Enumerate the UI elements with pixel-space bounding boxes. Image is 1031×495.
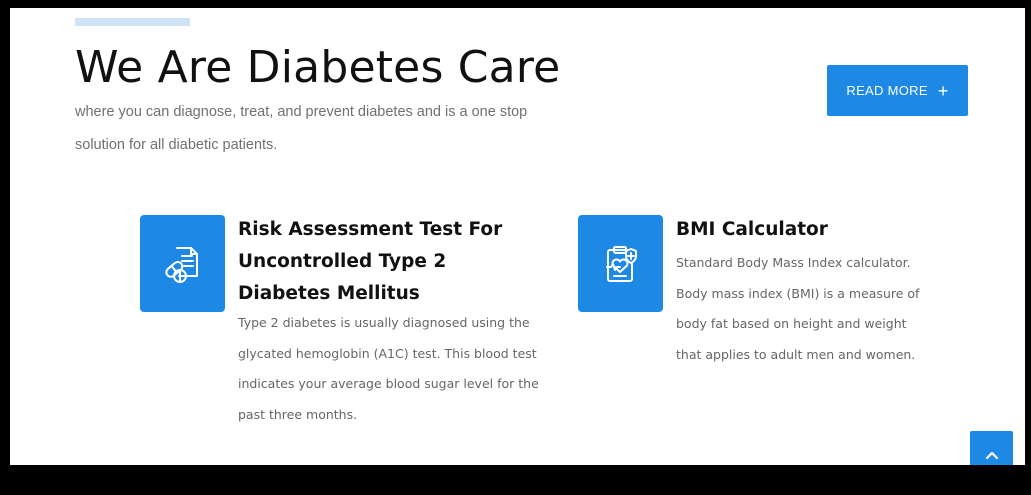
page-subtitle: where you can diagnose, treat, and preve… — [75, 104, 528, 153]
accent-bar — [75, 18, 190, 26]
page-title: We Are Diabetes Care — [75, 42, 561, 93]
service-title[interactable]: BMI Calculator — [676, 214, 936, 246]
service-description: Type 2 diabetes is usually diagnosed usi… — [238, 315, 539, 422]
read-more-button[interactable]: READ MORE + — [827, 65, 968, 116]
scroll-to-top-button[interactable] — [970, 431, 1013, 465]
medical-clipboard-icon — [578, 215, 663, 312]
read-more-label: READ MORE — [846, 83, 928, 98]
plus-icon: + — [937, 80, 949, 101]
service-description: Standard Body Mass Index calculator. Bod… — [676, 255, 920, 362]
service-title[interactable]: Risk Assessment Test For Uncontrolled Ty… — [238, 214, 538, 310]
pills-document-icon — [140, 215, 225, 312]
frame-edge — [1025, 8, 1031, 465]
chevron-up-icon — [985, 451, 998, 460]
page-section: We Are Diabetes Care where you can diagn… — [10, 8, 1025, 465]
